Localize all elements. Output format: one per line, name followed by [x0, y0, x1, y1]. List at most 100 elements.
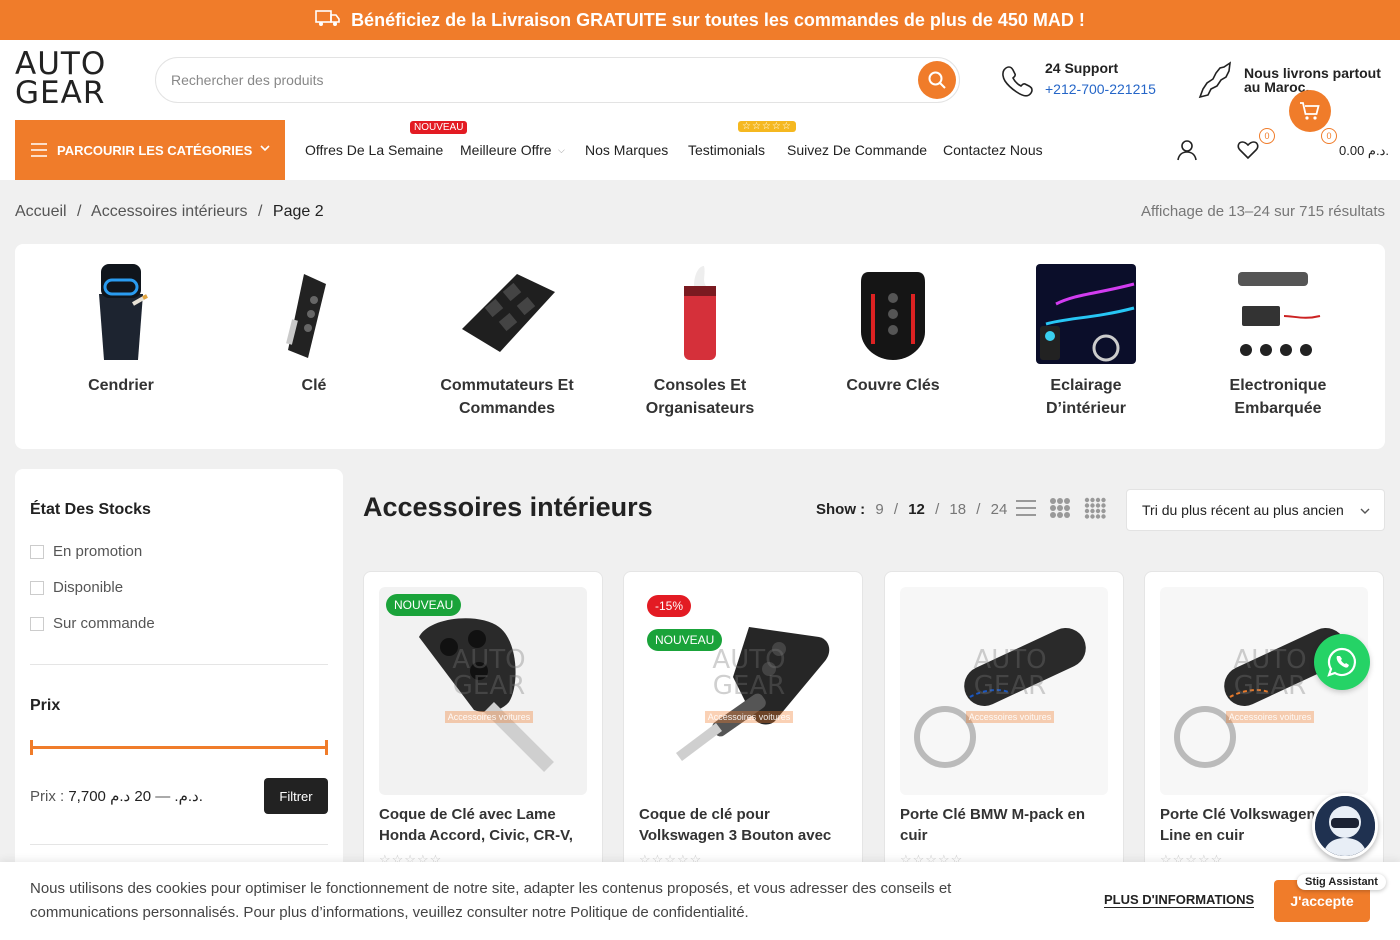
product-image[interactable]: AUTO GEAR Accessoires voitures	[1160, 587, 1368, 795]
subcategory-strip: Cendrier Clé Commutateurs Et Commandes Co…	[15, 244, 1385, 449]
search-icon	[928, 71, 946, 89]
product-title[interactable]: Coque de Clé avec Lame Honda Accord, Civi…	[379, 804, 589, 846]
support-block: 24 Support +212-700-221215	[998, 58, 1178, 102]
breadcrumb-category[interactable]: Accessoires intérieurs	[91, 203, 248, 220]
cookie-banner: Nous utilisons des cookies pour optimise…	[0, 862, 1400, 940]
phone-icon	[1002, 66, 1033, 97]
key-cover-image	[843, 264, 943, 364]
breadcrumb-separator: /	[77, 203, 82, 220]
filter-sur-commande[interactable]: Sur commande	[30, 615, 155, 632]
truck-icon	[315, 8, 341, 33]
product-image[interactable]: AUTO GEAR Accessoires voitures	[379, 587, 587, 795]
window-switch-image	[457, 264, 557, 364]
sort-select[interactable]: Tri du plus récent au plus ancien	[1126, 489, 1385, 531]
wishlist-count: 0	[1259, 128, 1275, 144]
morocco-map-icon	[1198, 61, 1232, 99]
checkbox[interactable]	[30, 580, 44, 595]
filter-button[interactable]: Filtrer	[264, 778, 328, 814]
subcategory-couvre-cles[interactable]: Couvre Clés	[798, 264, 988, 397]
search-input[interactable]: Rechercher des produits	[171, 72, 324, 88]
product-title[interactable]: Coque de clé pour Volkswagen 3 Bouton ave…	[639, 804, 849, 846]
cart-total: 0.00 د.م.	[1339, 143, 1389, 158]
grid-3-view-icon[interactable]	[1049, 497, 1071, 519]
subcategory-cle[interactable]: Clé	[219, 264, 409, 397]
price-range-slider[interactable]	[30, 740, 328, 755]
ambient-light-image	[1036, 264, 1136, 364]
support-phone-link[interactable]: +212-700-221215	[1045, 81, 1156, 97]
breadcrumb-separator: /	[258, 203, 263, 220]
delivery-text: Nous livrons partout au Maroc.	[1244, 65, 1381, 95]
whatsapp-button[interactable]	[1314, 634, 1370, 690]
subcategory-label: Couvre Clés	[846, 377, 940, 394]
nav-meilleure-offre[interactable]: Meilleure Offre	[460, 142, 552, 158]
subcategory-label: Clé	[301, 377, 327, 394]
nav-badge-nouveau: NOUVEAU	[410, 121, 468, 134]
subcategory-consoles[interactable]: Consoles Et Organisateurs	[605, 264, 795, 420]
subcategory-cendrier[interactable]: Cendrier	[26, 264, 216, 397]
price-range-text: Prix : 7,700 د.م. — 20 د.م.	[30, 788, 203, 805]
free-shipping-banner: Bénéficiez de la Livraison GRATUITE sur …	[0, 0, 1400, 40]
assistant-avatar[interactable]	[1312, 793, 1378, 859]
nav-testimonials[interactable]: Testimonials	[688, 142, 765, 158]
grid-4-view-icon[interactable]	[1084, 497, 1106, 519]
sort-selected: Tri du plus récent au plus ancien	[1142, 502, 1344, 518]
cookie-more-info-link[interactable]: PLUS D'INFORMATIONS	[1104, 892, 1255, 908]
divider	[30, 664, 328, 665]
filter-en-promotion[interactable]: En promotion	[30, 543, 142, 560]
subcategory-eclairage[interactable]: Eclairage D’intérieur	[991, 264, 1181, 420]
watermark: AUTO GEAR Accessoires voitures	[955, 647, 1065, 725]
watermark: AUTO GEAR Accessoires voitures	[1215, 647, 1325, 725]
site-header: AUTO GEAR Rechercher des produits 24 Sup…	[0, 40, 1400, 180]
per-page-option[interactable]: 18	[949, 501, 966, 518]
search-bar[interactable]: Rechercher des produits	[155, 57, 960, 103]
nav-suivez-commande[interactable]: Suivez De Commande	[787, 142, 927, 158]
subcategory-electronique[interactable]: Electronique Embarquée	[1183, 264, 1373, 420]
product-title[interactable]: Porte Clé BMW M-pack en cuir	[900, 804, 1110, 846]
subcategory-label: Eclairage D’intérieur	[1045, 377, 1126, 417]
badge-sale: -15%	[647, 595, 692, 617]
subcategory-label: Electronique Embarquée	[1229, 377, 1327, 417]
subcategory-label: Consoles Et Organisateurs	[645, 377, 755, 417]
ashtray-image	[71, 264, 171, 364]
subcategory-commutateurs[interactable]: Commutateurs Et Commandes	[412, 264, 602, 420]
product-image[interactable]: AUTO GEAR Accessoires voitures	[639, 587, 847, 795]
per-page-option[interactable]: 24	[991, 501, 1008, 518]
badge-new: NOUVEAU	[647, 629, 723, 651]
chevron-down-icon: ⌵	[558, 144, 565, 155]
parking-sensor-image	[1228, 264, 1328, 364]
site-logo[interactable]: AUTO GEAR	[15, 49, 115, 112]
badge-new: NOUVEAU	[386, 594, 462, 616]
list-view-icon[interactable]	[1015, 497, 1037, 519]
price-filter-title: Prix	[30, 697, 61, 714]
per-page-label: Show :	[816, 501, 866, 518]
per-page-option[interactable]: 9	[875, 501, 883, 518]
nav-offres-semaine[interactable]: Offres De La Semaine	[305, 142, 443, 158]
nav-nos-marques[interactable]: Nos Marques	[585, 142, 668, 158]
tissue-holder-image	[650, 264, 750, 364]
breadcrumb: Accueil / Accessoires intérieurs / Page …	[15, 203, 324, 221]
logo-line-2: GEAR	[15, 75, 106, 111]
product-card[interactable]: AUTO GEAR Accessoires voitures Porte Clé B…	[884, 571, 1124, 901]
product-image[interactable]: AUTO GEAR Accessoires voitures	[900, 587, 1108, 795]
breadcrumb-home[interactable]: Accueil	[15, 203, 67, 220]
checkbox[interactable]	[30, 544, 44, 559]
cart-button[interactable]	[1289, 90, 1331, 132]
nav-contactez-nous[interactable]: Contactez Nous	[943, 142, 1043, 158]
per-page-selector: Show : 9 / 12 / 18 / 24	[816, 501, 1008, 518]
product-card[interactable]: AUTO GEAR Accessoires voitures -15% NOUVEA…	[623, 571, 863, 901]
product-card[interactable]: AUTO GEAR Accessoires voitures NOUVEAU Coq…	[363, 571, 603, 901]
cart-icon	[1300, 102, 1320, 120]
filter-sidebar: État Des Stocks En promotion Disponible …	[15, 469, 343, 889]
assistant-label[interactable]: Stig Assistant	[1297, 874, 1386, 890]
filter-disponible[interactable]: Disponible	[30, 579, 123, 596]
per-page-option-selected[interactable]: 12	[908, 501, 925, 518]
search-button[interactable]	[918, 61, 956, 99]
stock-filter-title: État Des Stocks	[30, 501, 151, 518]
car-key-image	[264, 264, 364, 364]
checkbox[interactable]	[30, 616, 44, 631]
heart-icon[interactable]	[1237, 140, 1259, 160]
results-count: Affichage de 13–24 sur 715 résultats	[1140, 203, 1385, 220]
whatsapp-icon	[1327, 647, 1357, 677]
subcategory-label: Commutateurs Et Commandes	[440, 377, 574, 417]
user-icon[interactable]	[1176, 139, 1198, 161]
